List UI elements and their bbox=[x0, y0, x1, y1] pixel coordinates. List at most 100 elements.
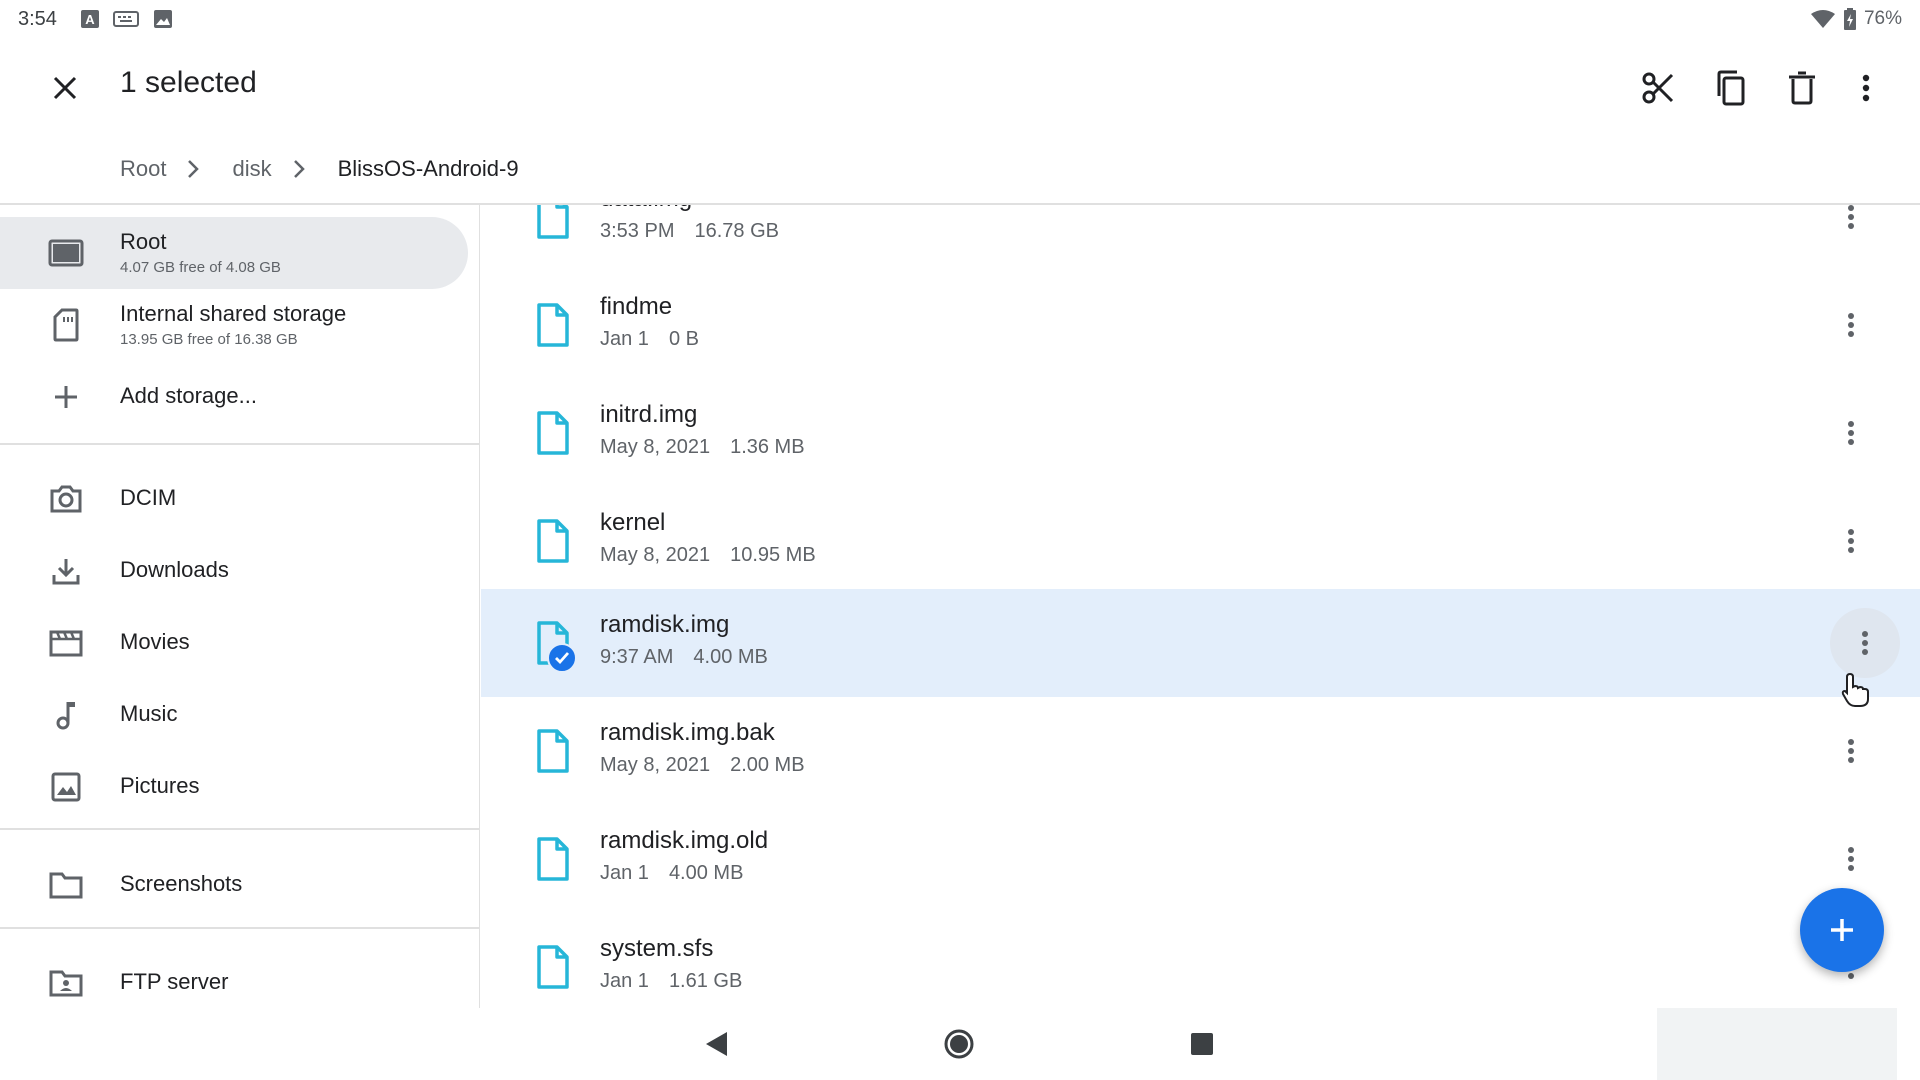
file-date: May 8, 2021 bbox=[600, 436, 711, 458]
overflow-menu-icon bbox=[1848, 739, 1854, 763]
sidebar-item-label: Pictures bbox=[120, 773, 200, 798]
breadcrumb: Root disk BlissOS-Android-9 bbox=[120, 152, 519, 186]
sidebar-divider bbox=[0, 828, 480, 830]
file-date: 3:53 PM bbox=[600, 220, 675, 242]
file-name: ramdisk.img.bak bbox=[600, 719, 775, 746]
file-icon bbox=[537, 205, 569, 239]
file-icon bbox=[537, 303, 569, 347]
overflow-menu-icon bbox=[1862, 631, 1868, 655]
hand-cursor-icon bbox=[1841, 672, 1869, 707]
file-more-button[interactable] bbox=[1827, 205, 1875, 241]
file-icon bbox=[537, 519, 569, 563]
file-row[interactable]: ramdisk.img.old Jan 1 4.00 MB bbox=[481, 805, 1920, 913]
breadcrumb-disk[interactable]: disk bbox=[232, 156, 271, 182]
file-more-button[interactable] bbox=[1827, 835, 1875, 883]
selection-title: 1 selected bbox=[120, 66, 257, 99]
sidebar-item-label: Downloads bbox=[120, 557, 229, 582]
file-more-button[interactable] bbox=[1827, 301, 1875, 349]
close-icon bbox=[53, 76, 77, 100]
file-name: system.sfs bbox=[600, 935, 714, 962]
file-more-button[interactable] bbox=[1830, 608, 1900, 678]
wifi-icon bbox=[1810, 10, 1835, 28]
sidebar-item-root[interactable]: Root 4.07 GB free of 4.08 GB bbox=[0, 217, 468, 289]
file-row[interactable]: findme Jan 1 0 B bbox=[481, 271, 1920, 379]
file-meta: May 8, 2021 1.36 MB bbox=[600, 436, 805, 459]
delete-icon bbox=[1789, 71, 1815, 105]
status-time: 3:54 bbox=[18, 8, 57, 30]
file-name: initrd.img bbox=[600, 401, 698, 428]
folder-icon bbox=[46, 865, 86, 905]
sd-card-icon bbox=[46, 305, 86, 345]
close-selection-button[interactable] bbox=[42, 65, 88, 111]
svg-text:A: A bbox=[85, 12, 95, 27]
sidebar-item-pictures[interactable]: Pictures bbox=[0, 751, 468, 823]
breadcrumb-root[interactable]: Root bbox=[120, 156, 166, 182]
camera-icon bbox=[46, 479, 86, 519]
more-options-button[interactable] bbox=[1840, 62, 1892, 114]
sidebar-item-music[interactable]: Music bbox=[0, 679, 468, 751]
file-row[interactable]: system.sfs Jan 1 1.61 GB bbox=[481, 913, 1920, 1008]
file-meta: May 8, 2021 10.95 MB bbox=[600, 544, 816, 567]
file-date: May 8, 2021 bbox=[600, 544, 711, 566]
file-name: kernel bbox=[600, 509, 666, 536]
a-notification-icon: A bbox=[81, 10, 99, 28]
download-icon bbox=[46, 551, 86, 591]
file-date: Jan 1 bbox=[600, 862, 649, 884]
file-meta: Jan 1 1.61 GB bbox=[600, 970, 742, 993]
overflow-menu-icon bbox=[1862, 74, 1870, 102]
sidebar-item-screenshots[interactable]: Screenshots bbox=[0, 849, 468, 921]
file-icon bbox=[537, 837, 569, 881]
file-size: 2.00 MB bbox=[730, 754, 805, 776]
ime-icon bbox=[113, 11, 139, 27]
battery-icon bbox=[1843, 8, 1856, 30]
delete-button[interactable] bbox=[1776, 62, 1828, 114]
sidebar: Root 4.07 GB free of 4.08 GB Internal sh… bbox=[0, 205, 480, 1008]
file-list: data.img 3:53 PM 16.78 GB findme Jan 1 0 B… bbox=[481, 205, 1920, 1008]
storage-free-text: 13.95 GB free of 16.38 GB bbox=[120, 331, 298, 348]
breadcrumb-current[interactable]: BlissOS-Android-9 bbox=[338, 156, 519, 182]
image-icon bbox=[46, 767, 86, 807]
sidebar-item-label: FTP server bbox=[120, 969, 229, 994]
overflow-menu-icon bbox=[1848, 421, 1854, 445]
file-row[interactable]: data.img 3:53 PM 16.78 GB bbox=[481, 205, 1920, 271]
sidebar-item-movies[interactable]: Movies bbox=[0, 607, 468, 679]
file-size: 1.61 GB bbox=[668, 970, 743, 992]
sidebar-item-label: Music bbox=[120, 701, 178, 726]
nav-home-button[interactable] bbox=[939, 1024, 979, 1064]
file-name: ramdisk.img.old bbox=[600, 827, 769, 854]
sidebar-item-add-storage[interactable]: Add storage... bbox=[0, 361, 468, 433]
file-name: data.img bbox=[600, 205, 692, 213]
sidebar-item-label: Add storage... bbox=[120, 383, 257, 408]
file-icon bbox=[537, 729, 569, 773]
file-icon bbox=[537, 411, 569, 455]
status-right: 76% bbox=[1810, 8, 1902, 30]
copy-button[interactable] bbox=[1704, 62, 1756, 114]
selected-check-icon bbox=[547, 643, 577, 673]
file-row[interactable]: initrd.img May 8, 2021 1.36 MB bbox=[481, 379, 1920, 487]
chevron-right-icon bbox=[178, 154, 208, 184]
nav-recents-button[interactable] bbox=[1182, 1024, 1222, 1064]
cut-icon bbox=[1642, 72, 1674, 104]
sidebar-item-label: Movies bbox=[120, 629, 190, 654]
sidebar-item-dcim[interactable]: DCIM bbox=[0, 463, 468, 535]
sidebar-item-downloads[interactable]: Downloads bbox=[0, 535, 468, 607]
file-meta: Jan 1 0 B bbox=[600, 328, 699, 351]
file-row-selected[interactable]: ramdisk.img 9:37 AM 4.00 MB bbox=[481, 589, 1920, 697]
nav-back-button[interactable] bbox=[696, 1024, 736, 1064]
file-more-button[interactable] bbox=[1827, 727, 1875, 775]
file-row[interactable]: ramdisk.img.bak May 8, 2021 2.00 MB bbox=[481, 697, 1920, 805]
file-row[interactable]: kernel May 8, 2021 10.95 MB bbox=[481, 487, 1920, 595]
add-icon bbox=[1831, 919, 1853, 941]
file-more-button[interactable] bbox=[1827, 517, 1875, 565]
file-size: 0 B bbox=[668, 328, 699, 350]
file-size: 4.00 MB bbox=[668, 862, 744, 884]
create-fab-button[interactable] bbox=[1800, 888, 1884, 972]
file-more-button[interactable] bbox=[1827, 409, 1875, 457]
file-size: 4.00 MB bbox=[693, 646, 768, 668]
music-note-icon bbox=[46, 695, 86, 735]
home-icon bbox=[944, 1029, 974, 1059]
sidebar-item-internal-storage[interactable]: Internal shared storage 13.95 GB free of… bbox=[0, 289, 468, 361]
status-bar: 3:54 A 76% bbox=[0, 0, 1920, 38]
sidebar-item-label: Internal shared storage bbox=[120, 301, 347, 326]
cut-button[interactable] bbox=[1632, 62, 1684, 114]
